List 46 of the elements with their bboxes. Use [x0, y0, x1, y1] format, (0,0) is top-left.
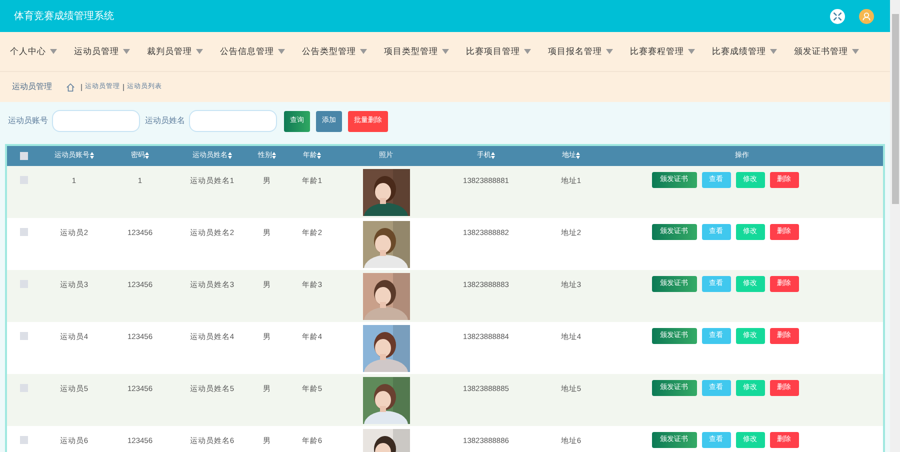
checkbox[interactable]	[20, 228, 28, 236]
nav-menu-item[interactable]: 比赛赛程管理	[630, 45, 695, 58]
search-field[interactable]	[52, 110, 140, 132]
field-label: 运动员账号	[8, 115, 48, 127]
sort-icon[interactable]	[491, 152, 495, 159]
sort-icon[interactable]	[317, 152, 321, 159]
nav-menu-item[interactable]: 项目报名管理	[548, 45, 613, 58]
nav-menu-item[interactable]: 个人中心	[10, 45, 57, 58]
breadcrumb-separator	[81, 84, 82, 90]
caret-icon	[196, 49, 203, 54]
nav-menu-item[interactable]: 颁发证书管理	[794, 45, 859, 58]
nav-menu-item[interactable]: 裁判员管理	[147, 45, 203, 58]
sort-icon[interactable]	[272, 152, 276, 159]
app-title: 体育竞赛成绩管理系统	[14, 10, 114, 24]
scrollbar[interactable]	[890, 0, 900, 452]
caret-icon	[442, 49, 449, 54]
caret-icon	[123, 49, 130, 54]
nav-menu-item[interactable]: 项目类型管理	[384, 45, 449, 58]
nav-menu-item[interactable]: 比赛项目管理	[466, 45, 531, 58]
caret-icon	[688, 49, 695, 54]
caret-icon	[606, 49, 613, 54]
sort-icon[interactable]	[228, 152, 232, 159]
caret-icon	[852, 49, 859, 54]
caret-icon	[770, 49, 777, 54]
nav-menu-item[interactable]: 公告类型管理	[302, 45, 367, 58]
home-icon[interactable]	[66, 82, 75, 92]
checkbox[interactable]	[20, 332, 28, 340]
caret-icon	[278, 49, 285, 54]
field-label: 运动员姓名	[145, 115, 185, 127]
caret-icon	[360, 49, 367, 54]
fullscreen-icon[interactable]	[830, 8, 845, 24]
sort-icon[interactable]	[90, 152, 94, 159]
nav-menu-item[interactable]: 比赛成绩管理	[712, 45, 777, 58]
checkbox[interactable]	[20, 436, 28, 444]
sort-icon[interactable]	[576, 152, 580, 159]
scrollbar-thumb[interactable]	[892, 14, 898, 204]
nav-menu-item[interactable]: 运动员管理	[74, 45, 130, 58]
user-avatar-icon[interactable]	[859, 8, 874, 24]
caret-icon	[524, 49, 531, 54]
checkbox[interactable]	[20, 152, 28, 160]
nav-menu-item[interactable]: 公告信息管理	[220, 45, 285, 58]
breadcrumb-separator	[123, 84, 124, 90]
sort-icon[interactable]	[145, 152, 149, 159]
search-field[interactable]	[189, 110, 277, 132]
page-title: 运动员管理	[12, 81, 52, 93]
caret-icon	[50, 49, 57, 54]
